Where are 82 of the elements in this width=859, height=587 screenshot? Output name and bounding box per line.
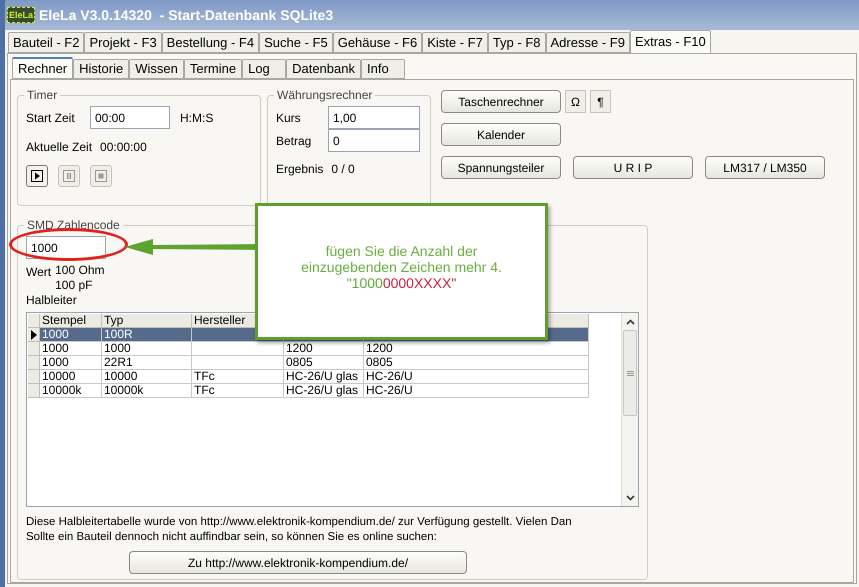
- tab[interactable]: Adresse - F9: [546, 32, 630, 53]
- tab[interactable]: Kiste - F7: [422, 32, 488, 53]
- table-cell: 10000k: [40, 384, 102, 398]
- tab[interactable]: Rechner: [12, 57, 74, 79]
- field-label: Ergebnis: [276, 161, 324, 178]
- symbol-button[interactable]: ¶: [590, 90, 611, 113]
- field-label: Wert: [26, 264, 52, 281]
- tool-button[interactable]: Spannungsteiler: [441, 156, 561, 179]
- field-label: Start Zeit: [26, 110, 76, 126]
- table-cell: HC-26/U: [364, 384, 589, 398]
- window-title: EleLa V3.0.14320 - Start-Datenbank SQLite3: [39, 6, 334, 25]
- play-button[interactable]: [26, 165, 48, 187]
- vertical-scrollbar[interactable]: [621, 313, 638, 506]
- tab[interactable]: Termine: [184, 59, 242, 79]
- play-icon: [31, 170, 43, 182]
- table-cell: 1000: [102, 342, 192, 356]
- scroll-thumb[interactable]: [623, 330, 637, 416]
- callout-text: fügen Sie die Anzahl der einzugebenden Zeichen mehr 4.: [300, 242, 503, 274]
- table-cell: 100R: [102, 328, 192, 342]
- input-field[interactable]: 0: [328, 129, 420, 152]
- column-header: Typ: [102, 314, 192, 328]
- field-label: Betrag: [276, 132, 312, 150]
- table-cell: 0805: [284, 356, 364, 370]
- input-field[interactable]: 1,00: [328, 106, 420, 129]
- result-value: 0 / 0: [331, 161, 355, 178]
- tab[interactable]: Info: [360, 59, 405, 79]
- symbol-button[interactable]: Ω: [565, 90, 586, 113]
- group-title: Währungsrechner: [276, 87, 374, 104]
- row-header[interactable]: [28, 328, 40, 342]
- section-label: Halbleiter: [26, 293, 78, 308]
- tool-button[interactable]: U R I P: [573, 156, 693, 179]
- pause-icon: [63, 170, 75, 182]
- tab[interactable]: Gehäuse - F6: [332, 32, 422, 53]
- table-cell: 22R1: [102, 356, 192, 370]
- tab[interactable]: Datenbank: [286, 59, 361, 79]
- table-cell: 0805: [364, 356, 589, 370]
- group-title: SMD Zahlencode: [26, 217, 121, 234]
- field-label: Kurs: [276, 110, 302, 126]
- table-cell: 10000: [40, 370, 102, 384]
- table-cell: HC-26/U: [364, 370, 589, 384]
- group-title: Timer: [26, 87, 58, 104]
- table-cell: 1200: [364, 342, 589, 356]
- input-field[interactable]: 00:00: [90, 106, 170, 129]
- info-text: Sollte ein Bauteil dennoch nicht auffindbar sein, so können Sie es online suchen:: [26, 530, 438, 545]
- table-cell: TFc: [192, 384, 284, 398]
- tool-button[interactable]: Taschenrechner: [441, 90, 561, 113]
- tab[interactable]: Suche - F5: [259, 32, 333, 53]
- value-text: 100 Ohm: [55, 263, 104, 278]
- table-cell: 10000: [102, 370, 192, 384]
- row-pointer-icon: [30, 330, 36, 340]
- column-header: Stempel: [40, 314, 102, 328]
- scroll-down-icon[interactable]: [626, 494, 634, 500]
- table-cell: 1000: [40, 356, 102, 370]
- tool-button[interactable]: Kalender: [441, 123, 561, 146]
- table-cell: HC-26/U glas: [284, 384, 364, 398]
- time-value: 00:00:00: [100, 139, 147, 156]
- tool-button[interactable]: LM317 / LM350: [705, 156, 825, 179]
- tab[interactable]: Wissen: [129, 59, 184, 79]
- scroll-up-icon[interactable]: [626, 318, 634, 324]
- unit-label: H:M:S: [180, 110, 214, 126]
- table-cell: TFc: [192, 370, 284, 384]
- table-cell: 1000: [40, 328, 102, 342]
- tab[interactable]: Bauteil - F2: [8, 32, 84, 53]
- table-cell: HC-26/U glas: [284, 370, 364, 384]
- header-cell: [28, 314, 40, 328]
- app-logo: EleLa: [7, 7, 36, 23]
- tab[interactable]: Log: [242, 59, 286, 79]
- input-field[interactable]: 1000: [26, 236, 106, 259]
- table-cell: 1000: [40, 342, 102, 356]
- example-text: "10000000XXXX": [346, 274, 456, 290]
- tab[interactable]: Extras - F10: [630, 30, 711, 53]
- tab[interactable]: Projekt - F3: [84, 32, 162, 53]
- tab[interactable]: Typ - F8: [488, 32, 546, 53]
- value-text: 100 pF: [55, 278, 94, 293]
- field-label: Aktuelle Zeit: [26, 139, 92, 156]
- link-button[interactable]: Zu http://www.elektronik-kompendium.de/: [129, 551, 467, 574]
- table-cell: 10000k: [102, 384, 192, 398]
- info-text: Diese Halbleitertabelle wurde von http://www.elektronik-kompendium.de/ zur Verfügung gestellt. Vielen Dan: [26, 515, 573, 530]
- tab[interactable]: Historie: [73, 59, 130, 79]
- table-cell: 1200: [284, 342, 364, 356]
- stop-icon: [95, 170, 107, 182]
- tab[interactable]: Bestellung - F4: [162, 32, 260, 53]
